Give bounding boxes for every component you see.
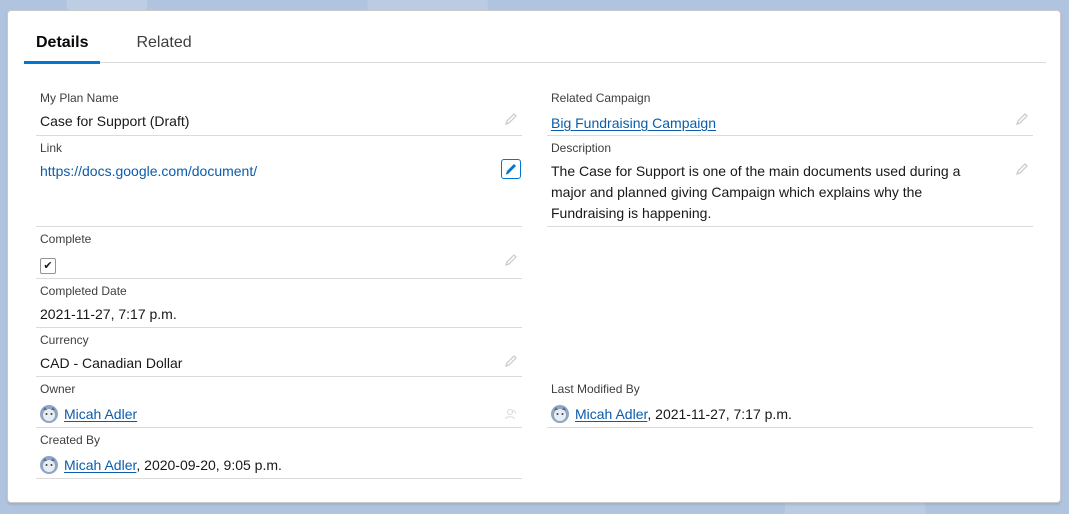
field-description: Description The Case for Support is one … [547,141,1033,227]
field-value: Case for Support (Draft) [40,113,190,129]
field-completed-date: Completed Date 2021-11-27, 7:17 p.m. [36,284,522,328]
pencil-icon[interactable] [1015,112,1029,126]
field-label: Complete [40,232,92,246]
user-avatar-icon [551,405,569,423]
last-modified-link[interactable]: Micah Adler [575,406,647,422]
field-label: My Plan Name [40,91,119,105]
link-url[interactable]: https://docs.google.com/document/ [40,161,257,182]
record-detail-card: Details Related My Plan Name Case for Su… [7,10,1061,503]
field-value: Micah Adler [40,404,137,425]
created-date: , 2020-09-20, 9:05 p.m. [136,457,282,473]
created-by-link[interactable]: Micah Adler [64,457,136,473]
field-complete: Complete ✔ [36,232,522,279]
field-value: The Case for Support is one of the main … [551,163,961,221]
field-label: Completed Date [40,284,127,298]
field-label: Description [551,141,612,155]
field-label: Last Modified By [551,382,640,396]
field-owner: Owner Micah Adler [36,382,522,428]
field-label: Related Campaign [551,91,651,105]
owner-link[interactable]: Micah Adler [64,406,137,422]
field-last-modified-by: Last Modified By Micah Adler, 2021-11-27… [547,382,1033,428]
pencil-icon[interactable] [504,112,518,126]
field-value: Big Fundraising Campaign [551,113,716,134]
pencil-icon[interactable] [504,354,518,368]
field-label: Link [40,141,63,155]
complete-checkbox: ✔ [40,258,56,274]
field-label: Currency [40,333,89,347]
tab-bar: Details Related [24,23,1046,64]
field-value: 2021-11-27, 7:17 p.m. [40,306,177,322]
field-value: CAD - Canadian Dollar [40,355,183,371]
pencil-icon[interactable] [504,253,518,267]
field-related-campaign: Related Campaign Big Fundraising Campaig… [547,91,1033,136]
field-link: Link https://docs.google.com/document/ [36,141,522,227]
tab-related[interactable]: Related [124,23,203,63]
user-avatar-icon [40,405,58,423]
field-value: Micah Adler, 2021-11-27, 7:17 p.m. [551,404,792,425]
field-my-plan-name: My Plan Name Case for Support (Draft) [36,91,522,136]
field-created-by: Created By Micah Adler, 2020-09-20, 9:05… [36,433,522,479]
change-owner-icon[interactable] [504,407,518,421]
field-label: Owner [40,382,76,396]
field-currency: Currency CAD - Canadian Dollar [36,333,522,377]
campaign-link[interactable]: Big Fundraising Campaign [551,115,716,131]
field-label: Created By [40,433,101,447]
user-avatar-icon [40,456,58,474]
pencil-icon[interactable] [1015,162,1029,176]
last-modified-date: , 2021-11-27, 7:17 p.m. [647,406,792,422]
tab-details[interactable]: Details [24,23,101,64]
field-value: Micah Adler, 2020-09-20, 9:05 p.m. [40,455,282,476]
pencil-icon[interactable] [501,159,521,179]
